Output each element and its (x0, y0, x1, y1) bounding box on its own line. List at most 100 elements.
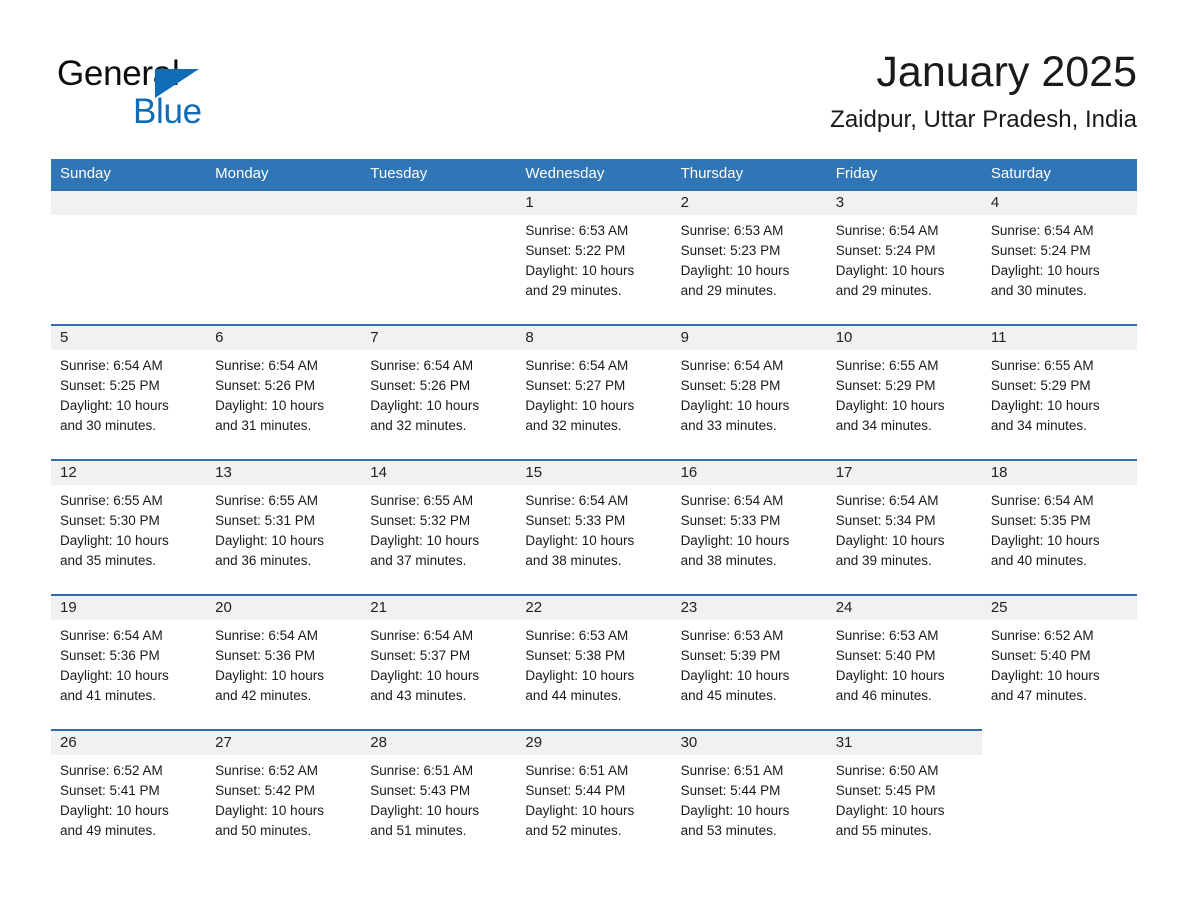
calendar-day-cell[interactable]: 28 Sunrise: 6:51 AM Sunset: 5:43 PM Dayligh… (361, 729, 517, 864)
sunrise-text: Sunrise: 6:55 AM (370, 493, 474, 508)
daylight-text: Daylight: 10 hours (525, 398, 635, 413)
day-number-strip: 21 (361, 596, 517, 620)
calendar-day-cell[interactable]: 22 Sunrise: 6:53 AM Sunset: 5:38 PM Dayligh… (516, 594, 672, 729)
calendar-day-cell[interactable]: 13 Sunrise: 6:55 AM Sunset: 5:31 PM Dayligh… (206, 459, 362, 594)
calendar-day-cell[interactable]: 17 Sunrise: 6:54 AM Sunset: 5:34 PM Dayligh… (826, 459, 982, 594)
day-number: 20 (215, 599, 232, 616)
day-cell-inner: 31 Sunrise: 6:50 AM Sunset: 5:45 PM Dayligh… (826, 729, 982, 864)
sunset-text: Sunset: 5:29 PM (990, 378, 1091, 393)
day-number: 14 (370, 464, 387, 481)
calendar-week-row: 19 Sunrise: 6:54 AM Sunset: 5:36 PM Dayligh… (51, 594, 1137, 729)
day-number: 3 (835, 194, 845, 211)
day-details: Sunrise: 6:51 AM Sunset: 5:44 PM Daylight:… (672, 755, 827, 841)
daylight-text: Daylight: 10 hours (215, 803, 324, 818)
day-number-strip: 24 (826, 596, 982, 620)
sunset-text: Sunset: 5:28 PM (680, 378, 781, 393)
calendar-day-cell[interactable]: 20 Sunrise: 6:54 AM Sunset: 5:36 PM Dayligh… (206, 594, 362, 729)
calendar-day-cell[interactable]: 18 Sunrise: 6:54 AM Sunset: 5:35 PM Dayligh… (981, 459, 1137, 594)
daylight-text: Daylight: 10 hours (990, 533, 1100, 548)
calendar-day-cell[interactable]: 5 Sunrise: 6:54 AM Sunset: 5:25 PM Daylight… (51, 324, 207, 459)
day-details: Sunrise: 6:53 AM Sunset: 5:22 PM Daylight:… (516, 215, 671, 301)
sunrise-text: Sunrise: 6:54 AM (370, 628, 474, 643)
calendar-day-cell[interactable]: 15 Sunrise: 6:54 AM Sunset: 5:33 PM Dayligh… (516, 459, 672, 594)
calendar-day-cell[interactable]: 19 Sunrise: 6:54 AM Sunset: 5:36 PM Dayligh… (51, 594, 207, 729)
calendar-day-cell[interactable]: 8 Sunrise: 6:54 AM Sunset: 5:27 PM Daylight… (516, 324, 672, 459)
sunset-text: Sunset: 5:40 PM (835, 648, 936, 663)
day-number: 8 (525, 329, 534, 346)
calendar-day-cell[interactable]: 9 Sunrise: 6:54 AM Sunset: 5:28 PM Daylight… (671, 324, 827, 459)
day-number-strip: 9 (671, 326, 827, 350)
calendar-day-cell[interactable]: 30 Sunrise: 6:51 AM Sunset: 5:44 PM Dayligh… (671, 729, 827, 864)
daylight-text-cont: and 29 minutes. (680, 283, 777, 298)
day-number-strip: 4 (981, 191, 1137, 215)
day-number-strip: 15 (516, 461, 672, 485)
calendar-day-cell[interactable]: 25 Sunrise: 6:52 AM Sunset: 5:40 PM Dayligh… (981, 594, 1137, 729)
day-number: 25 (990, 599, 1008, 616)
day-number: 10 (835, 329, 853, 346)
sunset-text: Sunset: 5:24 PM (990, 243, 1091, 258)
day-cell-inner: 12 Sunrise: 6:55 AM Sunset: 5:30 PM Dayligh… (51, 459, 207, 594)
calendar-day-cell[interactable]: 14 Sunrise: 6:55 AM Sunset: 5:32 PM Dayligh… (361, 459, 517, 594)
daylight-text: Daylight: 10 hours (525, 803, 635, 818)
daylight-text-cont: and 44 minutes. (525, 688, 622, 703)
calendar-day-cell[interactable]: 29 Sunrise: 6:51 AM Sunset: 5:44 PM Dayligh… (516, 729, 672, 864)
calendar-day-cell (206, 189, 362, 324)
calendar-day-cell[interactable]: 1 Sunrise: 6:53 AM Sunset: 5:22 PM Daylight… (516, 189, 672, 324)
calendar-day-cell[interactable]: 2 Sunrise: 6:53 AM Sunset: 5:23 PM Daylight… (671, 189, 827, 324)
daylight-text-cont: and 42 minutes. (215, 688, 312, 703)
day-details: Sunrise: 6:54 AM Sunset: 5:27 PM Daylight:… (516, 350, 671, 436)
sunset-text: Sunset: 5:35 PM (990, 513, 1091, 528)
daylight-text: Daylight: 10 hours (835, 533, 945, 548)
calendar-day-cell[interactable]: 12 Sunrise: 6:55 AM Sunset: 5:30 PM Dayligh… (51, 459, 207, 594)
day-details: Sunrise: 6:52 AM Sunset: 5:40 PM Daylight:… (982, 620, 1137, 706)
day-number-strip: 29 (516, 731, 672, 755)
sunrise-text: Sunrise: 6:54 AM (60, 358, 163, 373)
day-number: 23 (680, 599, 698, 616)
daylight-text: Daylight: 10 hours (680, 263, 790, 278)
day-cell-inner: 24 Sunrise: 6:53 AM Sunset: 5:40 PM Dayligh… (826, 594, 982, 729)
calendar-day-cell[interactable]: 16 Sunrise: 6:54 AM Sunset: 5:33 PM Dayligh… (671, 459, 827, 594)
sunrise-text: Sunrise: 6:55 AM (835, 358, 939, 373)
calendar-day-cell[interactable]: 10 Sunrise: 6:55 AM Sunset: 5:29 PM Dayligh… (826, 324, 982, 459)
calendar-day-cell[interactable]: 23 Sunrise: 6:53 AM Sunset: 5:39 PM Dayligh… (671, 594, 827, 729)
weekday-header-saturday: Saturday (981, 159, 1137, 189)
calendar-day-cell[interactable]: 21 Sunrise: 6:54 AM Sunset: 5:37 PM Dayligh… (361, 594, 517, 729)
calendar-day-cell[interactable]: 4 Sunrise: 6:54 AM Sunset: 5:24 PM Daylight… (981, 189, 1137, 324)
sunset-text: Sunset: 5:31 PM (215, 513, 315, 528)
sunset-text: Sunset: 5:33 PM (525, 513, 626, 528)
calendar-day-cell[interactable]: 7 Sunrise: 6:54 AM Sunset: 5:26 PM Daylight… (361, 324, 517, 459)
daylight-text: Daylight: 10 hours (680, 398, 790, 413)
calendar-day-cell[interactable]: 24 Sunrise: 6:53 AM Sunset: 5:40 PM Dayligh… (826, 594, 982, 729)
daylight-text: Daylight: 10 hours (60, 533, 169, 548)
day-number: 22 (525, 599, 543, 616)
daylight-text: Daylight: 10 hours (370, 533, 480, 548)
day-details: Sunrise: 6:51 AM Sunset: 5:44 PM Daylight:… (516, 755, 671, 841)
calendar-day-cell[interactable]: 11 Sunrise: 6:55 AM Sunset: 5:29 PM Dayligh… (981, 324, 1137, 459)
day-number: 30 (680, 734, 698, 751)
sunset-text: Sunset: 5:27 PM (525, 378, 626, 393)
sunset-text: Sunset: 5:44 PM (680, 783, 781, 798)
sunrise-text: Sunrise: 6:54 AM (990, 223, 1094, 238)
weekday-header-thursday: Thursday (671, 159, 827, 189)
sunrise-text: Sunrise: 6:54 AM (680, 358, 784, 373)
day-cell-inner: 30 Sunrise: 6:51 AM Sunset: 5:44 PM Dayligh… (671, 729, 827, 864)
sunrise-text: Sunrise: 6:53 AM (835, 628, 939, 643)
page-header: General Blue January 2025 Zaidpur, Uttar… (51, 44, 1137, 150)
calendar-day-cell[interactable]: 31 Sunrise: 6:50 AM Sunset: 5:45 PM Dayligh… (826, 729, 982, 864)
daylight-text-cont: and 33 minutes. (680, 418, 777, 433)
day-number-strip: 6 (206, 326, 362, 350)
daylight-text: Daylight: 10 hours (525, 263, 635, 278)
day-number-strip: 8 (516, 326, 672, 350)
sunset-text: Sunset: 5:45 PM (835, 783, 936, 798)
daylight-text: Daylight: 10 hours (525, 668, 635, 683)
sunset-text: Sunset: 5:29 PM (835, 378, 936, 393)
weekday-header-wednesday: Wednesday (516, 159, 672, 189)
calendar-day-cell[interactable]: 27 Sunrise: 6:52 AM Sunset: 5:42 PM Dayligh… (206, 729, 362, 864)
daylight-text-cont: and 29 minutes. (525, 283, 622, 298)
calendar-day-cell[interactable]: 26 Sunrise: 6:52 AM Sunset: 5:41 PM Dayligh… (51, 729, 207, 864)
calendar-day-cell[interactable]: 3 Sunrise: 6:54 AM Sunset: 5:24 PM Daylight… (826, 189, 982, 324)
sunrise-text: Sunrise: 6:54 AM (215, 628, 318, 643)
day-number: 5 (60, 329, 69, 346)
calendar-day-cell[interactable]: 6 Sunrise: 6:54 AM Sunset: 5:26 PM Daylight… (206, 324, 362, 459)
day-number-strip: 28 (361, 731, 517, 755)
